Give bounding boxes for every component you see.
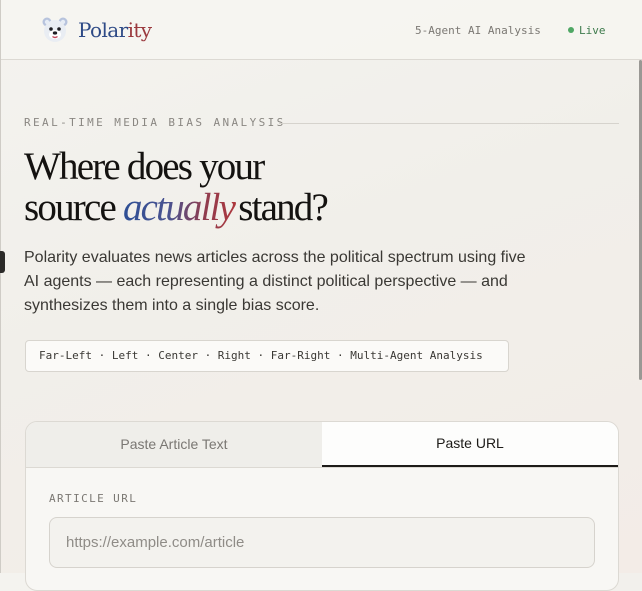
bear-logo-icon[interactable] xyxy=(41,16,69,44)
input-mode-tabs: Paste Article Text Paste URL xyxy=(26,422,618,468)
brand-part-blue: Polar xyxy=(78,18,128,42)
headline-word-source: source xyxy=(24,186,117,229)
analysis-input-card: Paste Article Text Paste URL ARTICLE URL xyxy=(25,421,619,591)
hero-eyebrow: REAL-TIME MEDIA BIAS ANALYSIS xyxy=(24,116,286,129)
side-drawer-handle[interactable] xyxy=(0,251,5,273)
brand-part-red: ity xyxy=(127,18,153,42)
headline-emphasis: actually xyxy=(123,186,238,229)
headline-line-1: Where does your xyxy=(24,145,265,188)
window-left-edge xyxy=(0,0,1,573)
headline-word-stand: stand? xyxy=(238,186,329,229)
spectrum-chip: Far-Left · Left · Center · Right · Far-R… xyxy=(25,340,509,372)
live-status-dot-icon xyxy=(568,27,574,33)
live-status: Live xyxy=(568,24,606,37)
tab-paste-url[interactable]: Paste URL xyxy=(322,422,618,467)
hero-headline: Where does your source actually stand? xyxy=(24,145,329,229)
hero-description: Polarity evaluates news articles across … xyxy=(24,249,526,314)
tab-paste-article-text[interactable]: Paste Article Text xyxy=(26,422,322,467)
article-url-input[interactable] xyxy=(49,517,595,568)
live-label: Live xyxy=(579,24,606,37)
eyebrow-divider xyxy=(279,123,619,124)
top-nav: Polarity 5-Agent AI Analysis Live xyxy=(1,0,642,60)
agent-count-label: 5-Agent AI Analysis xyxy=(415,24,541,37)
article-url-label: ARTICLE URL xyxy=(49,492,138,505)
brand-wordmark[interactable]: Polarity xyxy=(78,17,152,43)
